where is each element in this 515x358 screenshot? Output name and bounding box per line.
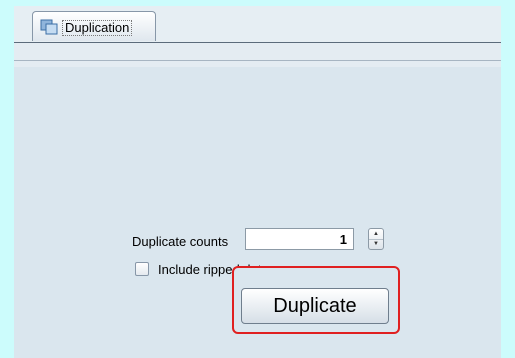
duplicate-icon [40,19,58,35]
duplicate-button[interactable]: Duplicate [241,288,389,324]
content-header [14,42,501,67]
duplicate-button-highlight: Duplicate [232,266,400,334]
tab-duplication-label: Duplication [62,20,133,36]
duplication-window: Duplication Duplicate counts 1 ▲ ▼ Inclu… [14,6,501,358]
spinner-down-icon[interactable]: ▼ [369,239,383,249]
tab-strip: Duplication [14,6,501,44]
duplicate-counts-label: Duplicate counts [132,234,229,249]
header-divider [14,60,501,61]
duplicate-counts-input[interactable]: 1 [245,228,354,250]
duplicate-counts-spinner[interactable]: ▲ ▼ [368,228,384,250]
include-ripped-data-checkbox[interactable] [135,262,149,276]
tab-duplication[interactable]: Duplication [32,11,156,41]
